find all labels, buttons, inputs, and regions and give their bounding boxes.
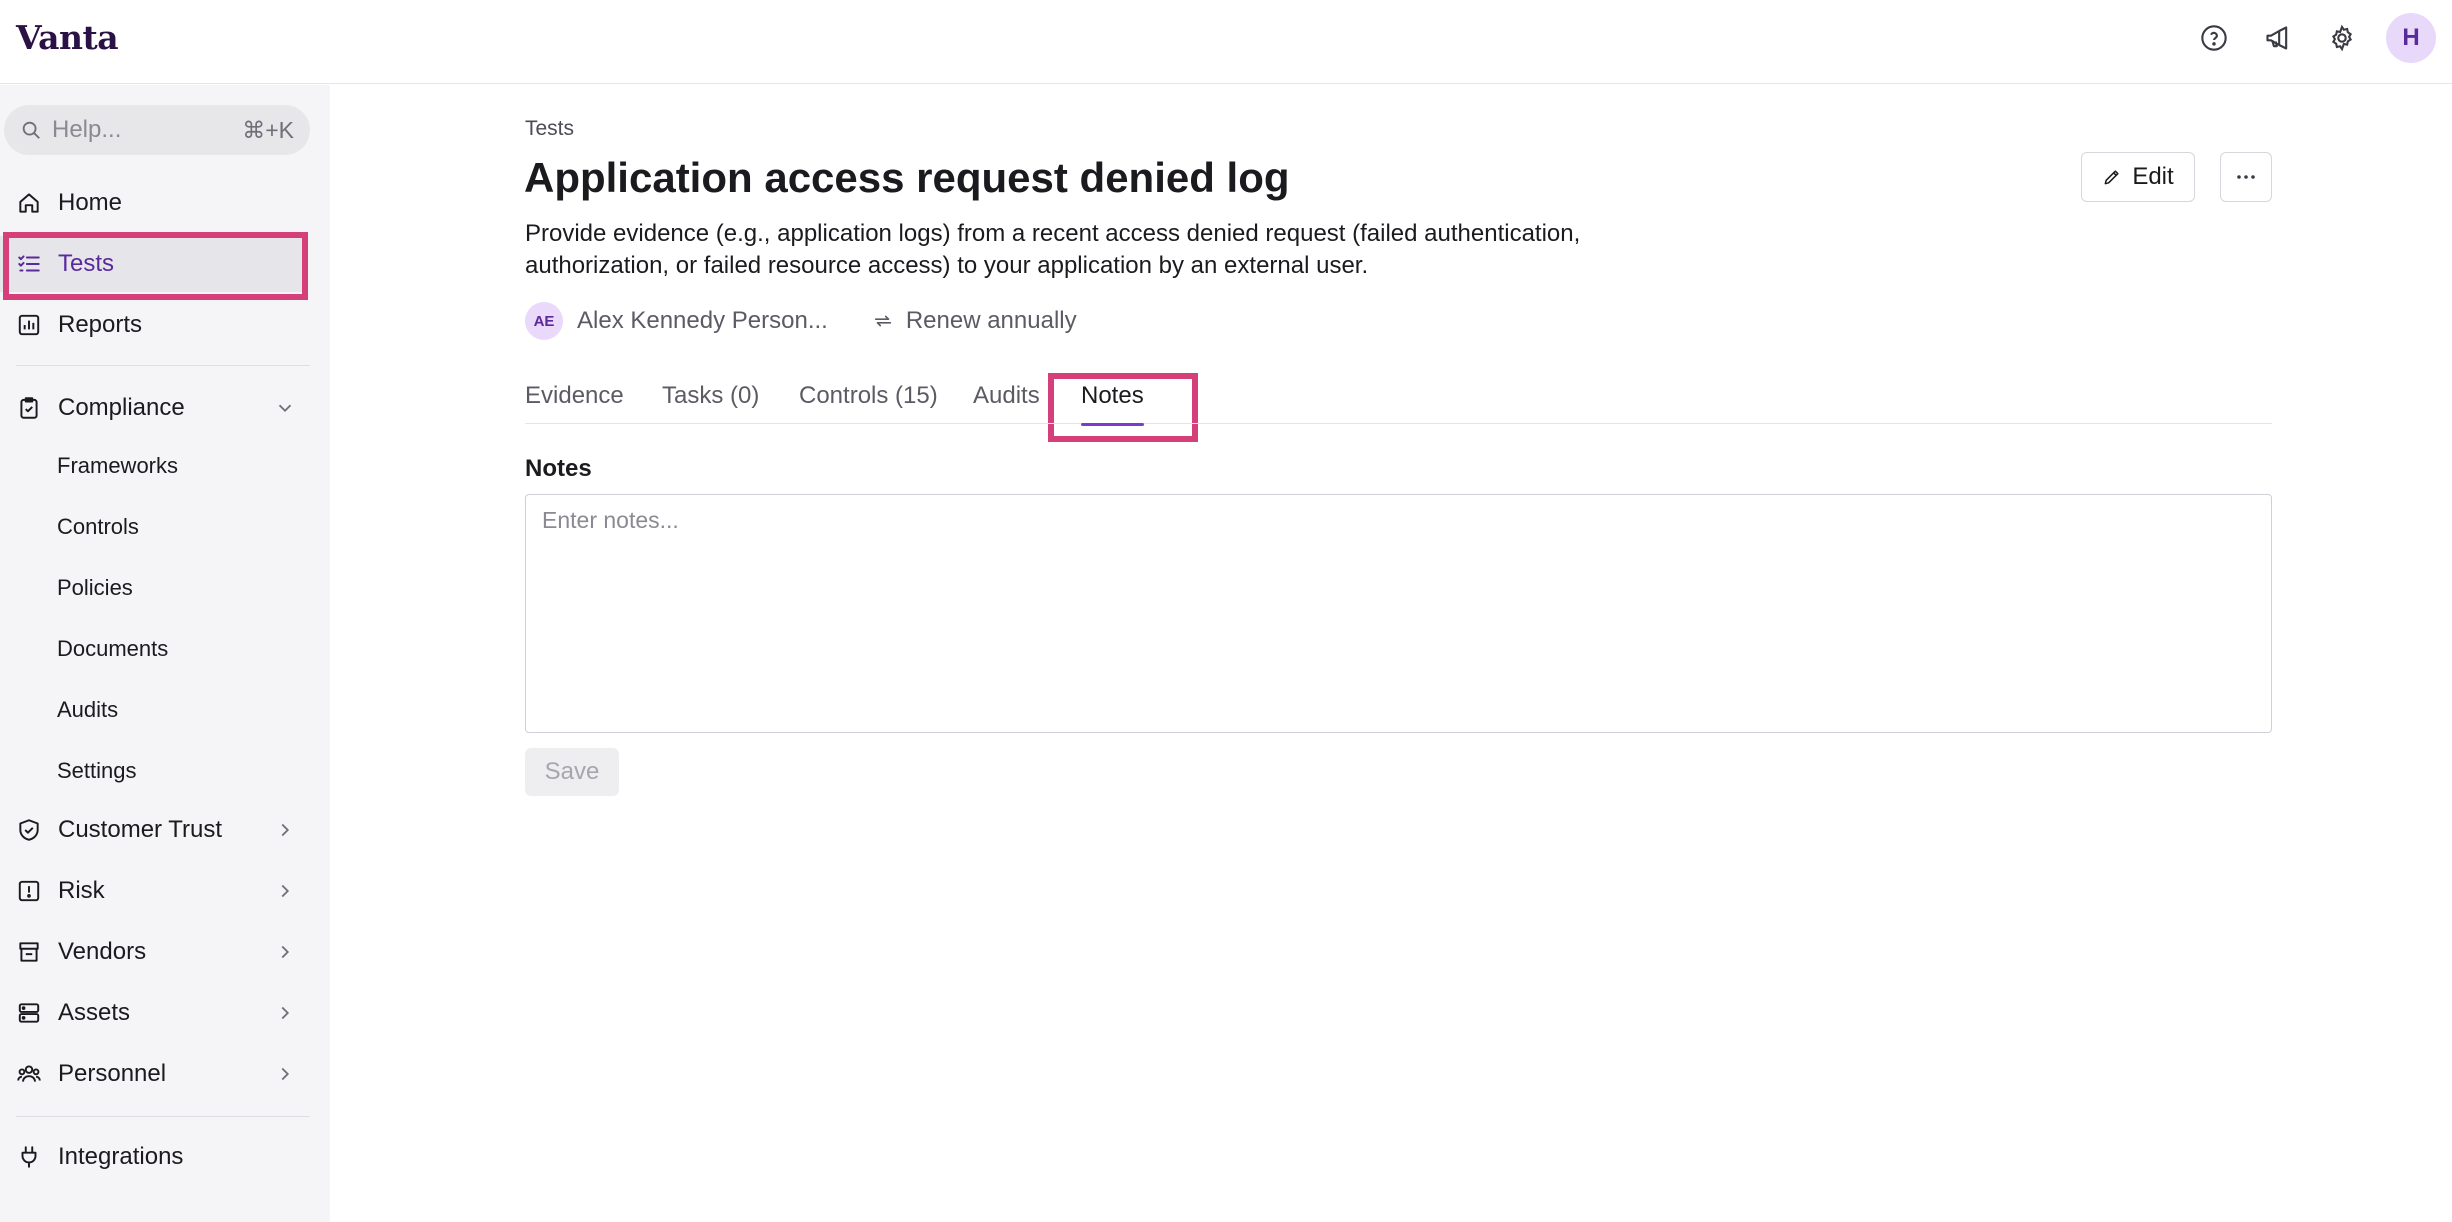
sidebar-item-vendors[interactable]: Vendors: [0, 924, 306, 980]
sidebar-item-label: Risk: [58, 877, 105, 904]
search-icon: [22, 121, 40, 139]
sidebar-subitem-policies[interactable]: Policies: [57, 575, 133, 601]
sidebar-item-label: Assets: [58, 999, 131, 1026]
home-icon: [19, 193, 39, 213]
test-meta: AE Alex Kennedy Person... Renew annually: [525, 302, 1077, 340]
search-shortcut: ⌘+K: [242, 116, 294, 143]
sidebar-divider: [16, 1116, 310, 1117]
sidebar-divider: [16, 365, 310, 366]
owner-avatar[interactable]: AE: [525, 302, 563, 340]
renewal-schedule: Renew annually: [872, 307, 1077, 335]
sidebar-item-label: Vendors: [58, 938, 147, 965]
edit-button[interactable]: Edit: [2081, 152, 2195, 202]
page-title: Application access request denied log: [524, 154, 1290, 201]
help-search[interactable]: Help... ⌘+K: [4, 105, 310, 155]
alert-icon: [18, 880, 40, 902]
sidebar-item-label: Customer Trust: [58, 816, 223, 843]
chevron-down-icon: [278, 404, 292, 413]
sidebar-item-home[interactable]: Home: [0, 175, 306, 231]
owner-name[interactable]: Alex Kennedy Person...: [577, 307, 828, 335]
top-icons: H: [2194, 13, 2436, 63]
notes-label: Notes: [525, 455, 592, 482]
sidebar-item-integrations[interactable]: Integrations: [0, 1129, 306, 1185]
chevron-right-icon: [281, 1067, 290, 1081]
save-button[interactable]: Save: [525, 748, 619, 796]
checklist-icon: [18, 255, 40, 272]
sidebar-subitem-controls[interactable]: Controls: [57, 514, 139, 540]
renewal-label: Renew annually: [905, 307, 1077, 334]
breadcrumb[interactable]: Tests: [525, 117, 574, 141]
sidebar-item-risk[interactable]: Risk: [0, 863, 306, 919]
sidebar-item-tests[interactable]: Tests: [0, 236, 306, 292]
sidebar-item-label: Tests: [58, 250, 115, 277]
pencil-icon: [2104, 170, 2119, 185]
clipboard-icon: [20, 397, 38, 419]
vanta-logo[interactable]: Vanta: [16, 18, 119, 57]
plug-icon: [21, 1146, 37, 1168]
report-icon: [18, 314, 40, 336]
announcement-icon[interactable]: [2258, 18, 2298, 58]
help-icon[interactable]: [2194, 18, 2234, 58]
sidebar-item-personnel[interactable]: Personnel: [0, 1046, 306, 1102]
sidebar-item-customer-trust[interactable]: Customer Trust: [0, 802, 306, 858]
sidebar-item-label: Integrations: [58, 1143, 184, 1170]
server-icon: [18, 1003, 40, 1023]
vendor-icon: [19, 942, 39, 962]
chevron-right-icon: [281, 823, 290, 837]
sidebar-subitem-frameworks[interactable]: Frameworks: [57, 453, 178, 479]
sidebar-item-assets[interactable]: Assets: [0, 985, 306, 1041]
sidebar-subitem-settings[interactable]: Settings: [57, 758, 137, 784]
sidebar-subitem-audits[interactable]: Audits: [57, 697, 118, 723]
user-avatar[interactable]: H: [2386, 13, 2436, 63]
top-bar: Vanta H: [0, 0, 2452, 84]
repeat-icon: [874, 315, 891, 327]
chevron-right-icon: [281, 1006, 290, 1020]
notes-textarea[interactable]: [525, 494, 2272, 733]
sidebar-item-label: Reports: [58, 311, 143, 338]
sidebar-item-label: Home: [58, 189, 123, 216]
test-description: Provide evidence (e.g., application logs…: [525, 220, 1581, 279]
tab-bar: Evidence Tasks (0) Controls (15) Audits …: [525, 382, 2272, 426]
tab-controls[interactable]: Controls (15): [799, 382, 938, 424]
tab-audits[interactable]: Audits: [973, 382, 1040, 424]
shield-icon: [19, 819, 39, 841]
tab-evidence[interactable]: Evidence: [525, 382, 624, 424]
tab-tasks[interactable]: Tasks (0): [662, 382, 759, 424]
sidebar-item-reports[interactable]: Reports: [0, 297, 306, 353]
search-placeholder: Help...: [52, 116, 122, 143]
sidebar-subitem-documents[interactable]: Documents: [57, 636, 168, 662]
more-options-button[interactable]: [2220, 152, 2272, 202]
chevron-right-icon: [281, 945, 290, 959]
sidebar-item-label: Compliance: [58, 394, 185, 421]
more-horizontal-icon: [2237, 175, 2255, 179]
edit-label: Edit: [2132, 163, 2174, 190]
people-icon: [17, 1065, 41, 1082]
tab-notes[interactable]: Notes: [1081, 382, 1144, 426]
sidebar: Help... ⌘+K Home Tests Reports Complianc…: [0, 85, 330, 1222]
sidebar-item-label: Personnel: [58, 1060, 167, 1087]
chevron-right-icon: [281, 884, 290, 898]
sidebar-item-compliance[interactable]: Compliance: [0, 380, 306, 436]
settings-icon[interactable]: [2322, 18, 2362, 58]
